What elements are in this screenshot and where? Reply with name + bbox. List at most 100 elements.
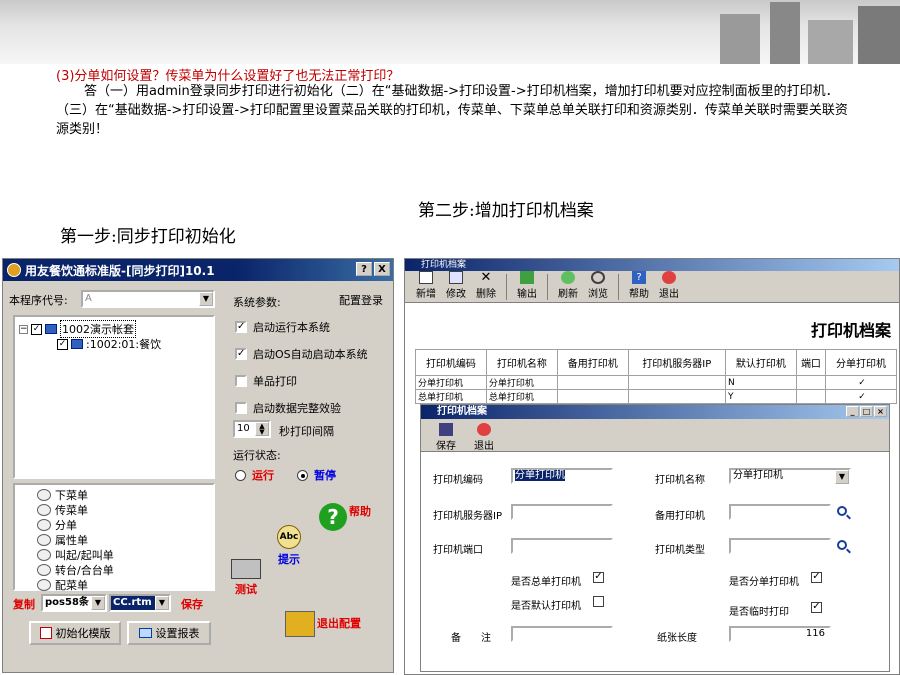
copy-button[interactable]: 复制: [13, 596, 35, 612]
radio-selected-icon[interactable]: [297, 469, 308, 481]
table-cell[interactable]: 分单打印机: [485, 375, 558, 390]
list-item[interactable]: 分单: [15, 517, 213, 532]
paper-length-input[interactable]: 116: [729, 626, 831, 642]
table-row[interactable]: 分单打印机 分单打印机 N ✓: [415, 375, 897, 390]
table-cell[interactable]: Y: [724, 389, 797, 404]
template-file-combo[interactable]: CC.rtm ▼: [109, 594, 171, 612]
close-button[interactable]: ×: [874, 406, 887, 417]
table-cell[interactable]: ✓: [825, 375, 897, 390]
backup-input[interactable]: [729, 504, 831, 520]
server-ip-input[interactable]: [511, 504, 613, 520]
column-header[interactable]: 备用打印机: [556, 349, 629, 376]
save-tool-button[interactable]: 保存: [431, 423, 461, 452]
name-label: 打印机名称: [655, 475, 705, 486]
maximize-button[interactable]: □: [860, 406, 873, 417]
help-tool-button[interactable]: ? 帮助: [624, 271, 654, 300]
chevron-down-icon[interactable]: ▼: [91, 596, 105, 610]
table-cell[interactable]: [556, 389, 629, 404]
refresh-button[interactable]: 刷新: [553, 271, 583, 300]
type-input[interactable]: [729, 538, 831, 554]
name-select[interactable]: 分单打印机 ▼: [729, 468, 851, 484]
table-cell[interactable]: [627, 389, 726, 404]
table-cell[interactable]: 分单打印机: [415, 375, 487, 390]
table-cell[interactable]: 总单打印机: [415, 389, 487, 404]
chevron-down-icon[interactable]: ▼: [199, 292, 213, 306]
checkbox-unchecked-icon[interactable]: [235, 402, 247, 414]
remark-input[interactable]: [511, 626, 613, 642]
checkbox-checked-icon[interactable]: ✓: [235, 348, 247, 360]
chevron-down-icon[interactable]: ▼: [155, 596, 169, 610]
bill-icon: [37, 563, 51, 576]
checkbox-checked-icon[interactable]: ✓: [235, 321, 247, 333]
column-header[interactable]: 默认打印机: [724, 349, 797, 376]
is-split-checkbox[interactable]: ✓: [811, 572, 822, 583]
option-autorun[interactable]: ✓ 启动运行本系统: [235, 319, 330, 335]
table-cell[interactable]: ✓: [825, 389, 897, 404]
search-icon[interactable]: [837, 506, 847, 516]
code-input[interactable]: 分单打印机: [511, 468, 613, 484]
minimize-button[interactable]: _: [846, 406, 859, 417]
tip-button[interactable]: Abc 提示: [277, 525, 301, 567]
edit-button[interactable]: 修改: [441, 271, 471, 300]
option-data-check[interactable]: 启动数据完整效验: [235, 400, 341, 416]
add-button[interactable]: 新增: [411, 271, 441, 300]
printer-table[interactable]: 打印机编码 打印机名称 备用打印机 打印机服务器IP 默认打印机 端口 分单打印…: [415, 349, 897, 404]
delete-button[interactable]: ✕ 删除: [471, 271, 501, 300]
building-graphic: [770, 2, 800, 64]
exit-config-button[interactable]: 退出配置: [285, 611, 361, 637]
table-cell[interactable]: [795, 375, 827, 390]
collapse-icon[interactable]: −: [19, 324, 28, 334]
chevron-down-icon[interactable]: ▼: [835, 470, 849, 484]
help-title-button[interactable]: ?: [356, 262, 372, 276]
list-item[interactable]: 属性单: [15, 532, 213, 547]
test-button[interactable]: 测试: [231, 559, 261, 597]
checkbox-checked-icon[interactable]: ✓: [57, 338, 68, 350]
checkbox-checked-icon[interactable]: ✓: [31, 323, 42, 335]
list-item[interactable]: 传菜单: [15, 502, 213, 517]
column-header[interactable]: 打印机编码: [415, 349, 487, 376]
option-os-autostart[interactable]: ✓ 启动OS自动启动本系统: [235, 346, 368, 362]
radio-run[interactable]: 运行: [235, 467, 274, 483]
export-button[interactable]: 输出: [512, 271, 542, 300]
checkbox-unchecked-icon[interactable]: [235, 375, 247, 387]
column-header[interactable]: 打印机服务器IP: [627, 349, 726, 376]
table-cell[interactable]: [556, 375, 629, 390]
radio-pause[interactable]: 暂停: [297, 467, 336, 483]
column-header[interactable]: 分单打印机: [825, 349, 897, 376]
report-settings-button[interactable]: 设置报表: [127, 621, 211, 645]
tree-child[interactable]: ✓ :1002:01:餐饮: [57, 336, 161, 352]
exit-tool-button[interactable]: 退出: [654, 271, 684, 300]
table-cell[interactable]: [627, 375, 726, 390]
port-input[interactable]: [511, 538, 613, 554]
config-login-button[interactable]: 配置登录: [339, 292, 383, 308]
table-cell[interactable]: 总单打印机: [485, 389, 558, 404]
browse-button[interactable]: 浏览: [583, 271, 613, 300]
radio-icon[interactable]: [235, 469, 246, 481]
help-button[interactable]: ? 帮助: [319, 503, 371, 531]
column-header[interactable]: 打印机名称: [485, 349, 558, 376]
column-header[interactable]: 端口: [795, 349, 827, 376]
is-default-checkbox[interactable]: [593, 596, 604, 607]
table-cell[interactable]: N: [724, 375, 797, 390]
interval-spinner[interactable]: 10 ▲ ▼: [233, 420, 271, 438]
exit-tool-button[interactable]: 退出: [469, 423, 499, 452]
list-item[interactable]: 转台/合台单: [15, 562, 213, 577]
program-code-combo[interactable]: A ▼: [81, 290, 215, 308]
search-icon[interactable]: [837, 540, 847, 550]
spinner-arrows-icon[interactable]: ▲ ▼: [255, 422, 269, 436]
is-total-checkbox[interactable]: ✓: [593, 572, 604, 583]
table-cell[interactable]: [795, 389, 827, 404]
list-item[interactable]: 叫起/起叫单: [15, 547, 213, 562]
init-template-button[interactable]: 初始化模版: [29, 621, 121, 645]
exit-icon: [285, 611, 315, 637]
save-button[interactable]: 保存: [181, 596, 203, 612]
bill-type-list[interactable]: 下菜单 传菜单 分单 属性单 叫起/起叫单 转台/合台单 配菜单: [13, 483, 215, 592]
copy-template-combo[interactable]: pos58条 ▼: [41, 594, 107, 612]
account-tree[interactable]: − ✓ 1002演示帐套 ✓ :1002:01:餐饮: [13, 315, 215, 479]
list-item[interactable]: 配菜单: [15, 577, 213, 592]
close-button[interactable]: X: [374, 262, 390, 276]
option-single-print[interactable]: 单品打印: [235, 373, 297, 389]
list-item[interactable]: 下菜单: [15, 487, 213, 502]
is-temp-checkbox[interactable]: ✓: [811, 602, 822, 613]
table-row[interactable]: 总单打印机 总单打印机 Y ✓: [415, 389, 897, 404]
